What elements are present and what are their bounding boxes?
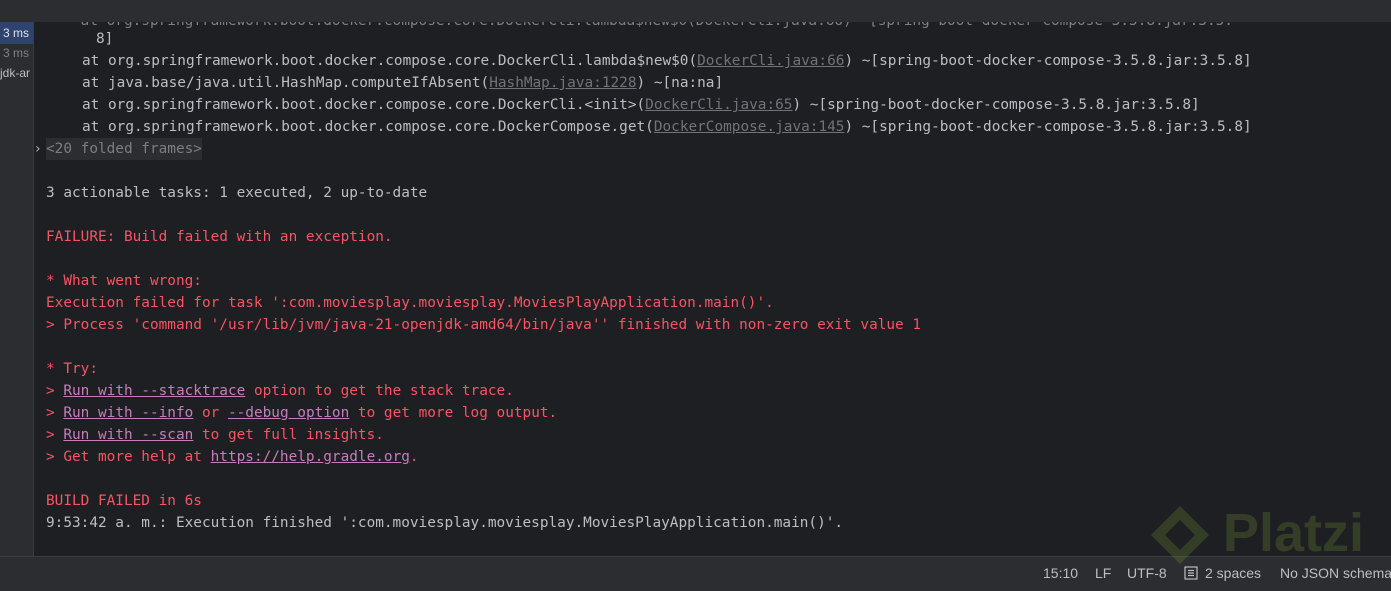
stacktrace-link[interactable]: Run with --stacktrace	[63, 383, 245, 399]
status-bar: 15:10 LF UTF-8 2 spaces No JSON schema	[0, 556, 1391, 589]
try-line: > Get more help at https://help.gradle.o…	[46, 449, 419, 465]
try-line: > Run with --stacktrace option to get th…	[46, 383, 514, 399]
folded-frames[interactable]: <20 folded frames>	[46, 138, 202, 160]
tasks-summary: 3 actionable tasks: 1 executed, 2 up-to-…	[46, 185, 428, 201]
console-output[interactable]: at org.springframework.boot.docker.compo…	[34, 22, 1391, 556]
run-tree-item-selected[interactable]: 3 ms	[0, 22, 33, 44]
stack-frame-line: at org.springframework.boot.docker.compo…	[82, 53, 1252, 69]
stack-frame-line: at java.base/java.util.HashMap.computeIf…	[82, 75, 724, 91]
run-tree-panel: 3 ms 3 ms jdk-ar	[0, 22, 34, 556]
try-line: > Run with --scan to get full insights.	[46, 427, 384, 443]
error-process-line: > Process 'command '/usr/lib/jvm/java-21…	[46, 317, 922, 333]
try-line: > Run with --info or --debug option to g…	[46, 405, 558, 421]
console-line-wrap: 8]	[96, 31, 114, 47]
stack-frame-line: at org.springframework.boot.docker.compo…	[82, 97, 1200, 113]
build-failed: BUILD FAILED in 6s	[46, 493, 202, 509]
error-task-line: Execution failed for task ':com.moviespl…	[46, 295, 774, 311]
source-link[interactable]: DockerCompose.java:145	[654, 119, 845, 135]
chevron-right-icon[interactable]: ›	[35, 138, 45, 160]
console-line-partial: at org.springframework.boot.docker.compo…	[46, 22, 1233, 32]
execution-finished: 9:53:42 a. m.: Execution finished ':com.…	[46, 515, 844, 531]
stack-frame-line: at org.springframework.boot.docker.compo…	[82, 119, 1252, 135]
top-strip	[0, 0, 1391, 23]
run-tree-item[interactable]: 3 ms	[0, 42, 33, 64]
cursor-position[interactable]: 15:10	[1043, 557, 1078, 589]
debug-link[interactable]: --debug option	[228, 405, 349, 421]
try-heading: * Try:	[46, 361, 98, 377]
json-schema[interactable]: No JSON schema	[1280, 557, 1391, 589]
failure-message: FAILURE: Build failed with an exception.	[46, 229, 393, 245]
indent-lines-icon	[1184, 557, 1200, 589]
what-went-wrong-heading: * What went wrong:	[46, 273, 202, 289]
indent-setting[interactable]: 2 spaces	[1205, 557, 1261, 589]
scan-link[interactable]: Run with --scan	[63, 427, 193, 443]
help-url-link[interactable]: https://help.gradle.org	[211, 449, 410, 465]
line-separator[interactable]: LF	[1095, 557, 1111, 589]
source-link[interactable]: HashMap.java:1228	[489, 75, 636, 91]
source-link[interactable]: DockerCli.java:66	[697, 53, 844, 69]
file-encoding[interactable]: UTF-8	[1127, 557, 1167, 589]
info-link[interactable]: Run with --info	[63, 405, 193, 421]
source-link[interactable]: DockerCli.java:65	[645, 97, 792, 113]
run-tree-item[interactable]: jdk-ar	[0, 62, 33, 84]
